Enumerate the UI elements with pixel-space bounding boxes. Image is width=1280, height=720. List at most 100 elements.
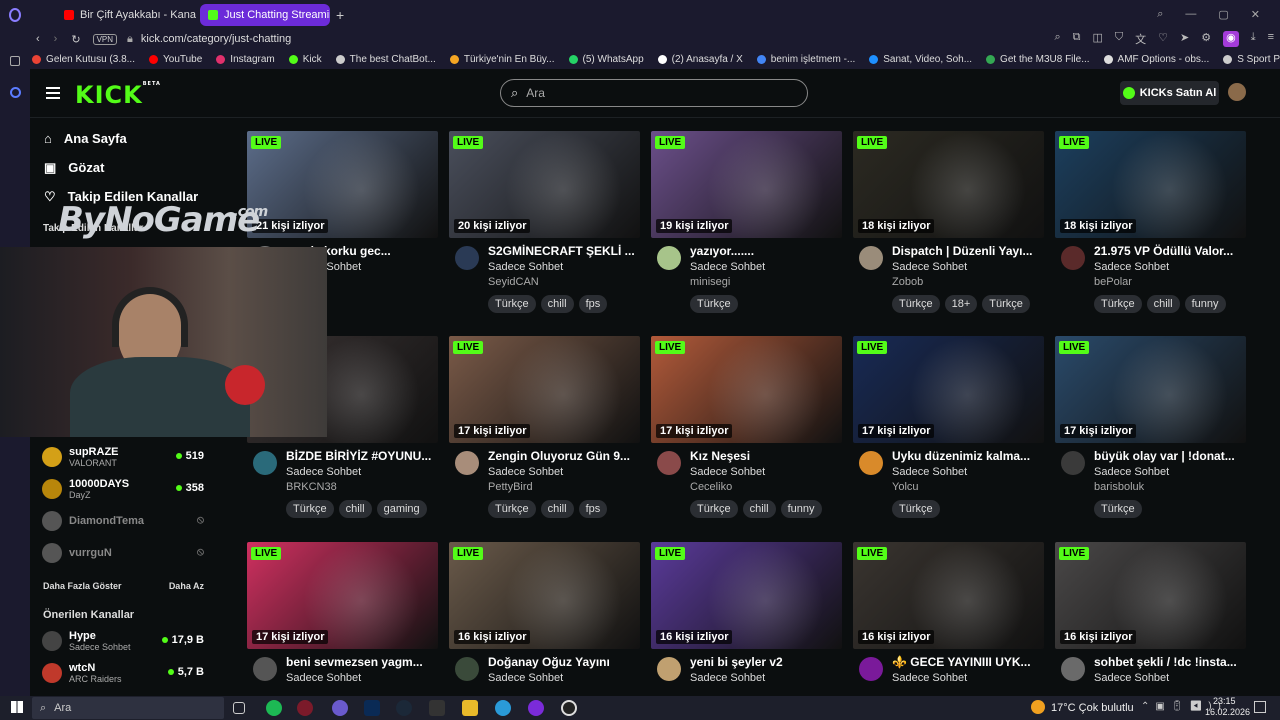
weather-text[interactable]: 17°C Çok bulutlu [1051, 702, 1134, 714]
streamer-name[interactable]: minisegi [690, 276, 840, 288]
avatar[interactable] [859, 246, 883, 270]
tag-chip[interactable]: chill [742, 500, 776, 518]
tag-chip[interactable]: Türkçe [982, 295, 1030, 313]
stream-card[interactable]: LIVE 18 kişi izliyor 21.975 VP Ödüllü Valo… [1055, 131, 1246, 313]
task-view-icon[interactable] [233, 702, 245, 714]
share-icon[interactable]: ➤ [1180, 31, 1189, 47]
avatar[interactable] [1061, 451, 1085, 475]
stream-category[interactable]: Sadece Sohbet [488, 466, 638, 478]
streamer-name[interactable]: Ceceliko [690, 481, 840, 493]
messenger-icon[interactable] [332, 700, 348, 716]
bookmark-item[interactable]: AMF Options - obs... [1103, 54, 1209, 65]
shield-icon[interactable]: ⛉ [1115, 31, 1123, 47]
stream-category[interactable]: Sadece Sohbet [892, 672, 1042, 684]
stream-category[interactable]: Sadece Sohbet [892, 466, 1042, 478]
bookmark-item[interactable]: Türkiye'nin En Büy... [449, 54, 555, 65]
stream-category[interactable]: Sadece Sohbet [286, 672, 436, 684]
stream-thumbnail[interactable]: LIVE 17 kişi izliyor [853, 336, 1044, 443]
bookmark-item[interactable]: Gelen Kutusu (3.8... [32, 54, 135, 65]
tag-chip[interactable]: funny [780, 500, 822, 518]
stream-category[interactable]: Sadece Sohbet [488, 672, 638, 684]
stream-card[interactable]: LIVE 17 kişi izliyor beni sevmezsen yagm..… [247, 542, 438, 691]
app-icon[interactable] [528, 700, 544, 716]
stream-thumbnail[interactable]: LIVE 16 kişi izliyor [449, 542, 640, 649]
url-field[interactable]: kick.com/category/just-chatting [141, 33, 291, 45]
tag-chip[interactable]: Türkçe [690, 500, 738, 518]
sidebar-channel[interactable]: wtcN ARC Raiders 5,7 B [30, 657, 230, 689]
stream-title[interactable]: Uyku düzenimiz kalma... [892, 449, 1042, 463]
stream-card[interactable]: LIVE 16 kişi izliyor Doğanay Oğuz Yayını Sa… [449, 542, 640, 691]
avatar[interactable] [1228, 83, 1246, 101]
menu-icon[interactable] [46, 87, 60, 99]
streamer-name[interactable]: Yolcu [892, 481, 1042, 493]
avatar[interactable] [657, 246, 681, 270]
opera-logo-icon[interactable] [9, 8, 21, 22]
edge-icon[interactable] [495, 700, 511, 716]
minimize-icon[interactable]: — [1185, 8, 1196, 21]
bookmark-item[interactable]: The best ChatBot... [335, 54, 436, 65]
avatar[interactable] [859, 657, 883, 681]
stream-category[interactable]: Sadece Sohbet [488, 261, 638, 273]
tab-just-chatting[interactable]: Just Chatting Streaming - [200, 3, 330, 26]
stream-category[interactable]: Sadece Sohbet [1094, 466, 1244, 478]
streamer-name[interactable]: bePolar [1094, 276, 1244, 288]
stream-thumbnail[interactable]: LIVE 16 kişi izliyor [1055, 542, 1246, 649]
easy-setup-icon[interactable]: ⚙ [1201, 31, 1211, 47]
kick-logo[interactable]: KICKBETA [75, 81, 161, 109]
stream-thumbnail[interactable]: LIVE 17 kişi izliyor [651, 336, 842, 443]
tag-chip[interactable]: fps [578, 295, 608, 313]
stream-title[interactable]: yeni bi şeyler v2 [690, 655, 840, 669]
file-explorer-icon[interactable] [462, 700, 478, 716]
stream-category[interactable]: Sadece Sohbet [690, 466, 840, 478]
stream-card[interactable]: LIVE 16 kişi izliyor sohbet şekli / !dc !i… [1055, 542, 1246, 691]
extensions-icon[interactable]: ⧉ [1073, 31, 1081, 47]
avatar[interactable] [1061, 246, 1085, 270]
vpn-badge[interactable]: VPN [92, 33, 118, 45]
stream-title[interactable]: büyük olay var | !donat... [1094, 449, 1244, 463]
avatar[interactable] [455, 451, 479, 475]
bookmark-item[interactable]: Instagram [216, 54, 275, 65]
stream-title[interactable]: Kız Neşesi [690, 449, 840, 463]
tag-chip[interactable]: Türkçe [690, 295, 738, 313]
stream-title[interactable]: Zengin Oluyoruz Gün 9... [488, 449, 638, 463]
stream-card[interactable]: LIVE 18 kişi izliyor Dispatch | Düzenli Ya… [853, 131, 1044, 313]
clock-date[interactable]: 16.02.2026 [1205, 707, 1250, 717]
stream-category[interactable]: Sadece Sohbet [1094, 261, 1244, 273]
stream-title[interactable]: 21.975 VP Ödüllü Valor... [1094, 244, 1244, 258]
close-icon[interactable]: ✕ [1251, 8, 1260, 21]
bookmark-item[interactable]: S Sport Plus-İstedi... [1223, 54, 1280, 65]
tag-chip[interactable]: Türkçe [1094, 295, 1142, 313]
sidebar-channel[interactable]: 10000DAYS DayZ 358 [30, 473, 230, 505]
bookmark-item[interactable]: YouTube [149, 54, 202, 65]
stream-thumbnail[interactable]: LIVE 18 kişi izliyor [1055, 131, 1246, 238]
stream-category[interactable]: Sadece Sohbet [286, 466, 436, 478]
tag-chip[interactable]: fps [578, 500, 608, 518]
avatar[interactable] [455, 657, 479, 681]
history-icon[interactable] [10, 87, 21, 98]
bookmark-item[interactable]: (5) WhatsApp [568, 54, 644, 65]
stream-thumbnail[interactable]: LIVE 19 kişi izliyor [651, 131, 842, 238]
bookmark-item[interactable]: (2) Anasayfa / X [657, 54, 743, 65]
menu-icon[interactable]: ≡ [1268, 31, 1274, 47]
weather-icon[interactable] [1031, 700, 1045, 714]
clock-time[interactable]: 23:15 [1213, 696, 1236, 706]
stream-title[interactable]: S2GMİNECRAFT ŞEKLİ ... [488, 244, 638, 258]
stream-thumbnail[interactable]: LIVE 17 kişi izliyor [247, 542, 438, 649]
stream-thumbnail[interactable]: LIVE 16 kişi izliyor [853, 542, 1044, 649]
stream-card[interactable]: LIVE 19 kişi izliyor yazıyor....... Sadece … [651, 131, 842, 313]
bookmark-item[interactable]: Sanat, Video, Soh... [869, 54, 972, 65]
search-tabs-icon[interactable]: ⌕ [1157, 8, 1163, 21]
stream-card[interactable]: LIVE 17 kişi izliyor Kız Neşesi Sadece Sohb… [651, 336, 842, 518]
stream-title[interactable]: BİZDE BİRİYİZ #OYUNU... [286, 449, 436, 463]
sidebar-channel[interactable]: vurrguN ⦸ [30, 537, 230, 569]
streamer-name[interactable]: PettyBird [488, 481, 638, 493]
tag-chip[interactable]: chill [1146, 295, 1180, 313]
translate-icon[interactable]: 文 [1135, 31, 1146, 47]
nav-browse[interactable]: ▣ Gözat [30, 153, 230, 182]
stream-category[interactable]: Sadece Sohbet [892, 261, 1042, 273]
windows-start-icon[interactable] [11, 701, 23, 713]
bookmark-item[interactable]: Get the M3U8 File... [986, 54, 1090, 65]
spotify-icon[interactable] [266, 700, 282, 716]
stream-title[interactable]: ⚜️ GECE YAYINIII UYK... [892, 655, 1042, 669]
bookmark-item[interactable]: Kick [288, 54, 322, 65]
